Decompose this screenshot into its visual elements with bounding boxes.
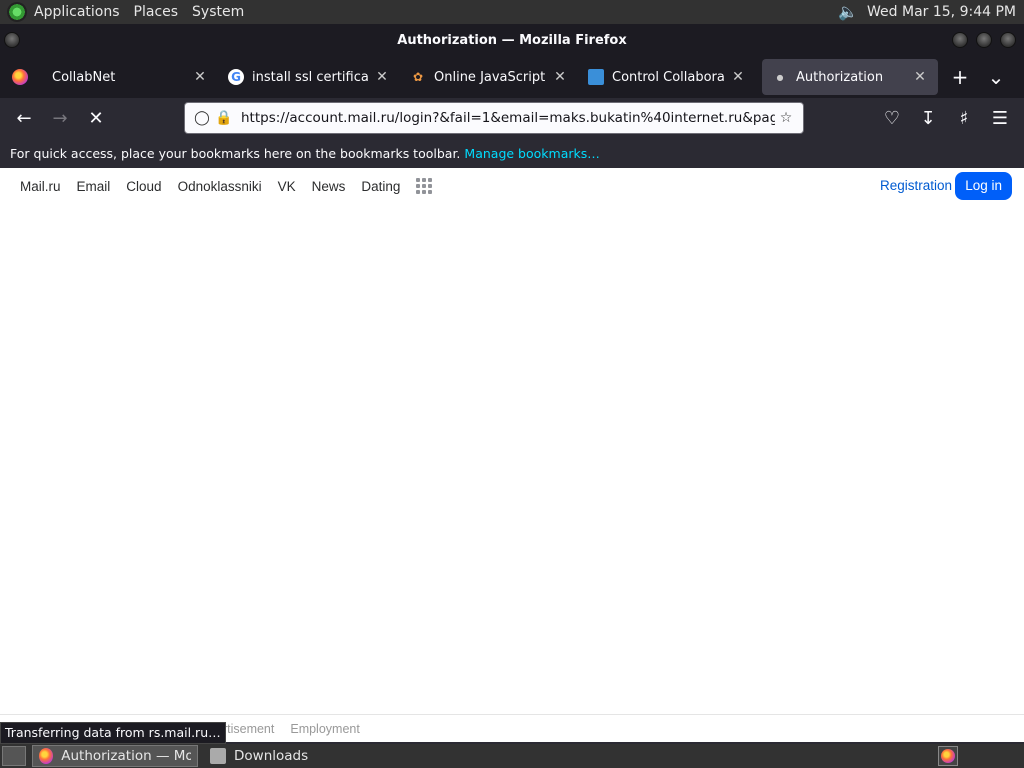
nav-bar: ← → ✕ ◯ 🔒 https://account.mail.ru/login?… — [0, 98, 1024, 138]
window-menu-icon[interactable] — [4, 32, 20, 48]
tab-collabnet[interactable]: CollabNet ✕ — [42, 59, 218, 95]
google-icon: G — [228, 69, 244, 85]
nav-mailru[interactable]: Mail.ru — [12, 179, 69, 194]
menu-system[interactable]: System — [185, 0, 251, 24]
menu-places[interactable]: Places — [127, 0, 186, 24]
list-all-tabs-chevron-icon[interactable]: ⌄ — [978, 59, 1014, 95]
firefox-icon — [941, 749, 955, 763]
back-arrow-icon[interactable]: ← — [6, 102, 42, 134]
tab-close-icon[interactable]: ✕ — [374, 69, 390, 85]
tab-close-icon[interactable]: ✕ — [552, 69, 568, 85]
folder-icon — [210, 748, 226, 764]
tab-label: CollabNet — [52, 69, 116, 85]
bookmarks-hint: For quick access, place your bookmarks h… — [10, 145, 461, 161]
nav-odnoklassniki[interactable]: Odnoklassniki — [170, 179, 270, 194]
url-bar[interactable]: ◯ 🔒 https://account.mail.ru/login?&fail=… — [184, 102, 804, 134]
shield-icon[interactable]: ◯ — [191, 110, 213, 126]
lock-icon[interactable]: 🔒 — [213, 110, 235, 126]
task-downloads[interactable]: Downloads — [204, 745, 314, 767]
tulip-icon: ✿ — [412, 70, 424, 84]
bookmark-star-icon[interactable]: ☆ — [775, 110, 797, 126]
toolbar-right: ♡ ↧ ♯ ☰ — [874, 102, 1018, 134]
extensions-puzzle-icon[interactable]: ♯ — [946, 102, 982, 134]
minimize-icon[interactable] — [952, 32, 968, 48]
downloads-icon[interactable]: ↧ — [910, 102, 946, 134]
window-title: Authorization — Mozilla Firefox — [397, 32, 627, 48]
tab-install-ssl[interactable]: G install ssl certificate ✕ — [218, 59, 400, 95]
hamburger-menu-icon[interactable]: ☰ — [982, 102, 1018, 134]
window-titlebar[interactable]: Authorization — Mozilla Firefox — [0, 24, 1024, 56]
url-text[interactable]: https://account.mail.ru/login?&fail=1&em… — [241, 110, 775, 126]
task-label: Downloads — [234, 748, 309, 764]
tab-label: Authorization — [796, 69, 884, 85]
nav-dating[interactable]: Dating — [353, 179, 408, 194]
tab-strip: CollabNet ✕ G install ssl certificate ✕ … — [0, 56, 1024, 98]
close-window-icon[interactable] — [1000, 32, 1016, 48]
pocket-icon[interactable]: ♡ — [874, 102, 910, 134]
menu-applications[interactable]: Applications — [27, 0, 127, 24]
tab-online-javascript[interactable]: ✿ Online JavaScript be ✕ — [400, 59, 578, 95]
all-projects-grid-icon[interactable] — [416, 178, 433, 194]
nav-news[interactable]: News — [304, 179, 354, 194]
panel-tray: 🔈 Wed Mar 15, 9:44 PM — [837, 3, 1024, 21]
tab-close-icon[interactable]: ✕ — [192, 69, 208, 85]
firefox-icon — [12, 69, 28, 85]
page-content: Mail.ru Email Cloud Odnoklassniki VK New… — [0, 168, 1024, 742]
login-button[interactable]: Log in — [955, 172, 1012, 200]
monitor-icon — [588, 69, 604, 85]
clock[interactable]: Wed Mar 15, 9:44 PM — [867, 4, 1016, 20]
registration-link[interactable]: Registration — [880, 168, 952, 204]
new-tab-plus-icon[interactable]: + — [942, 59, 978, 95]
status-panel: Transferring data from rs.mail.ru… — [0, 722, 226, 744]
distro-logo-icon[interactable] — [7, 2, 27, 22]
footer-employment-link[interactable]: Employment — [290, 722, 359, 736]
tab-close-icon[interactable]: ✕ — [730, 69, 746, 85]
nav-email[interactable]: Email — [69, 179, 119, 194]
task-label: Authorization — Mo… — [61, 748, 191, 764]
portal-nav: Mail.ru Email Cloud Odnoklassniki VK New… — [0, 168, 1024, 204]
tray-firefox-icon[interactable] — [938, 746, 958, 766]
nav-cloud[interactable]: Cloud — [118, 179, 169, 194]
firefox-view-button[interactable] — [0, 59, 42, 95]
maximize-icon[interactable] — [976, 32, 992, 48]
stop-loading-x-icon[interactable]: ✕ — [78, 102, 114, 134]
manage-bookmarks-link[interactable]: Manage bookmarks… — [464, 146, 599, 161]
tab-label: Control Collaborativ — [612, 69, 724, 85]
tab-control-collaborative[interactable]: Control Collaborativ ✕ — [578, 59, 756, 95]
nav-vk[interactable]: VK — [270, 179, 304, 194]
volume-icon[interactable]: 🔈 — [837, 3, 859, 21]
task-firefox-authorization[interactable]: Authorization — Mo… — [32, 745, 198, 767]
loading-dot-icon: ● — [776, 72, 784, 82]
show-desktop-button[interactable] — [2, 746, 26, 766]
tab-close-icon[interactable]: ✕ — [912, 69, 928, 85]
tab-label: Online JavaScript be — [434, 69, 546, 85]
forward-arrow-icon[interactable]: → — [42, 102, 78, 134]
taskbar: Authorization — Mo… Downloads — [0, 744, 1024, 768]
tab-label: install ssl certificate — [252, 69, 368, 85]
firefox-icon — [39, 748, 54, 764]
bookmarks-toolbar: For quick access, place your bookmarks h… — [0, 138, 1024, 168]
tab-authorization[interactable]: ● Authorization ✕ — [762, 59, 938, 95]
top-panel: Applications Places System 🔈 Wed Mar 15,… — [0, 0, 1024, 24]
